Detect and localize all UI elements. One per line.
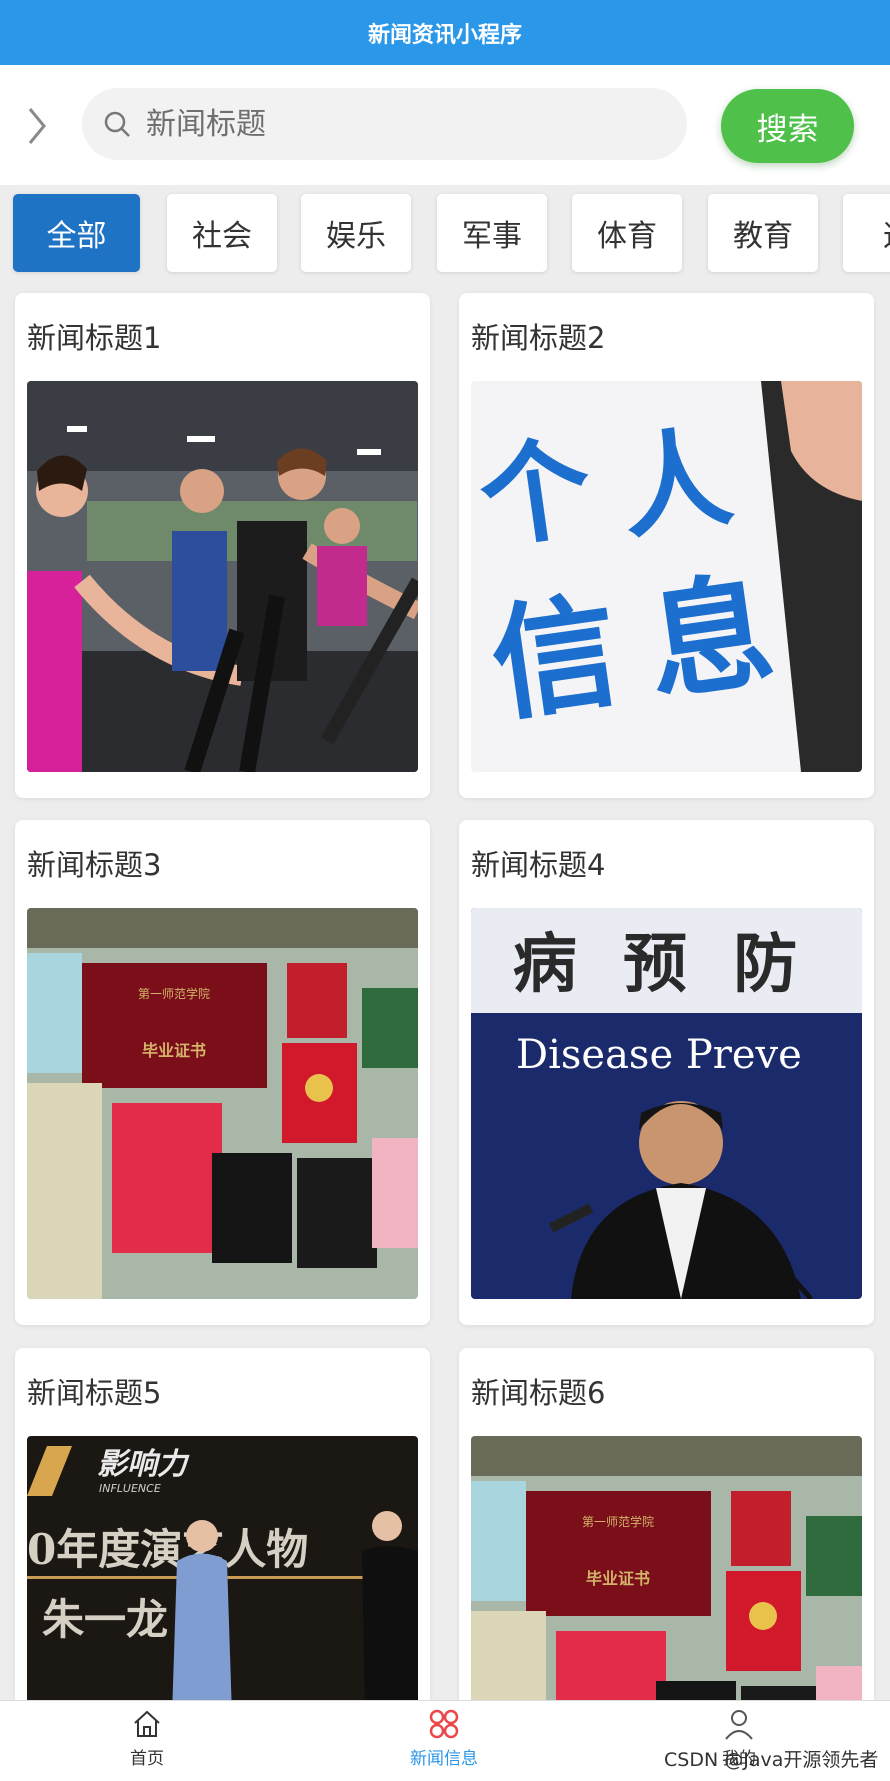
image-text: 0年度演艺人物 [27, 1525, 308, 1574]
certificates-photo: 第一师范学院 毕业证书 [27, 908, 418, 1299]
tab-society[interactable]: 社会 [167, 194, 277, 272]
news-title: 新闻标题2 [471, 321, 606, 355]
search-bar: 搜索 [0, 65, 890, 185]
category-tabs: 全部 社会 娱乐 军事 体育 教育 这 [0, 185, 890, 277]
image-text: 第一师范学院 [582, 1514, 654, 1529]
user-icon [725, 1710, 753, 1740]
news-title: 新闻标题5 [27, 1376, 162, 1410]
app-title: 新闻资讯小程序 [367, 22, 522, 48]
news-title: 新闻标题6 [471, 1376, 606, 1410]
news-card[interactable]: 新闻标题4 病 预 防 Disease Preve [459, 820, 874, 1325]
tab-more[interactable]: 这 [843, 194, 890, 272]
watermark-text: CSDN @Java开源领先者 [664, 1749, 879, 1771]
tab-all[interactable]: 全部 [13, 194, 140, 272]
search-input[interactable] [146, 106, 646, 142]
image-char: 信 [483, 578, 627, 739]
news-title: 新闻标题1 [27, 321, 162, 355]
news-title: 新闻标题3 [27, 848, 162, 882]
news-image: 个 人 信 息 [471, 381, 862, 772]
news-card[interactable]: 新闻标题1 [15, 293, 430, 798]
image-char: 人 [612, 412, 739, 554]
app-title-bar: 新闻资讯小程序 [0, 0, 890, 65]
search-button[interactable]: 搜索 [721, 89, 854, 163]
news-image [27, 381, 418, 772]
image-text: 第一师范学院 [138, 986, 210, 1001]
nav-home[interactable]: 首页 [92, 1707, 202, 1777]
chevron-right-icon[interactable] [22, 103, 52, 149]
image-text: 毕业证书 [586, 1569, 650, 1588]
tab-education[interactable]: 教育 [708, 194, 818, 272]
news-card[interactable]: 新闻标题2 个 人 信 息 [459, 293, 874, 798]
search-icon [104, 111, 130, 137]
tab-entertainment[interactable]: 娱乐 [301, 194, 411, 272]
nav-news[interactable]: 新闻信息 [389, 1707, 499, 1777]
image-text: 影响力 [97, 1447, 190, 1482]
news-title: 新闻标题4 [471, 848, 606, 882]
image-text: Disease Preve [516, 1032, 802, 1078]
nav-news-label: 新闻信息 [410, 1749, 478, 1769]
news-image: 病 预 防 Disease Preve [471, 908, 862, 1299]
news-card[interactable]: 新闻标题3 第一师范学院 毕业证书 [15, 820, 430, 1325]
press-conference-photo: 病 预 防 Disease Preve [471, 908, 862, 1299]
home-icon [134, 1710, 160, 1737]
image-char: 个 [472, 422, 599, 564]
image-text: 病 预 防 [513, 927, 810, 1002]
image-text: 朱一龙 [42, 1595, 168, 1644]
news-image: 第一师范学院 毕业证书 [27, 908, 418, 1299]
personal-info-text-photo: 个 人 信 息 [471, 381, 862, 772]
image-text: 毕业证书 [142, 1041, 206, 1060]
image-text: INFLUENCE [99, 1482, 161, 1495]
grid-icon [429, 1709, 459, 1739]
search-field[interactable] [82, 88, 687, 160]
image-char: 息 [638, 558, 782, 719]
fitness-gym-photo [27, 381, 418, 772]
nav-home-label: 首页 [130, 1749, 164, 1769]
tab-sports[interactable]: 体育 [572, 194, 682, 272]
tab-military[interactable]: 军事 [437, 194, 547, 272]
